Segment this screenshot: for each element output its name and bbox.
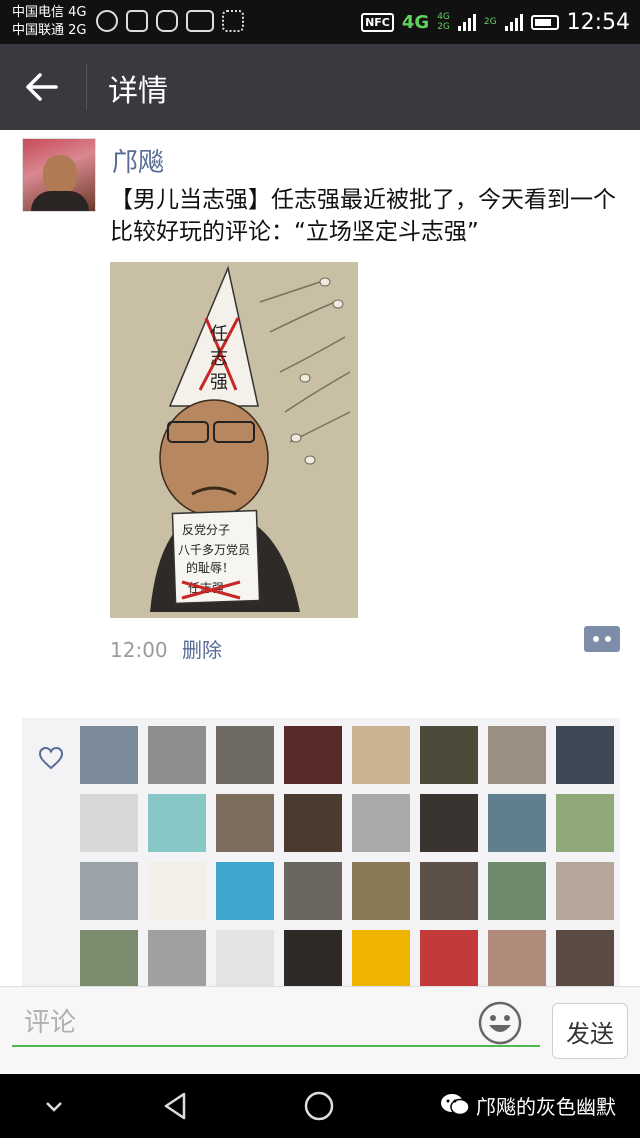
like-avatar-9[interactable] xyxy=(80,794,138,852)
like-avatar-11[interactable] xyxy=(216,794,274,852)
heart-icon xyxy=(38,746,64,770)
like-avatar-4[interactable] xyxy=(284,726,342,784)
like-avatar-31[interactable] xyxy=(488,930,546,986)
like-avatar-30[interactable] xyxy=(420,930,478,986)
like-avatar-27[interactable] xyxy=(216,930,274,986)
post-image[interactable]: 任 志 强 反党分子 八千多万党员 的耻辱！ 任志强 xyxy=(110,262,358,618)
like-avatar-22[interactable] xyxy=(420,862,478,920)
like-avatar-3[interactable] xyxy=(216,726,274,784)
like-avatar-28[interactable] xyxy=(284,930,342,986)
post-time: 12:00 xyxy=(110,638,168,662)
notification-icons xyxy=(96,10,244,32)
hat-char-3: 强 xyxy=(210,372,228,393)
signal-icon-2 xyxy=(504,13,523,31)
network-mini-1: 4G xyxy=(437,12,450,22)
like-avatar-7[interactable] xyxy=(488,726,546,784)
like-avatar-grid xyxy=(80,726,614,986)
delete-link[interactable]: 删除 xyxy=(182,638,222,662)
like-avatar-6[interactable] xyxy=(420,726,478,784)
hat-char-1: 任 xyxy=(210,324,228,345)
comment-menu-icon[interactable] xyxy=(584,626,620,652)
like-avatar-15[interactable] xyxy=(488,794,546,852)
like-avatar-17[interactable] xyxy=(80,862,138,920)
likes-panel xyxy=(22,718,620,986)
author-avatar[interactable] xyxy=(22,138,96,212)
comment-input[interactable] xyxy=(12,1001,540,1047)
like-avatar-10[interactable] xyxy=(148,794,206,852)
title-divider xyxy=(86,64,87,110)
title-bar: 详情 xyxy=(0,44,640,130)
hat-char-2: 志 xyxy=(210,348,228,369)
home-circle-icon[interactable] xyxy=(303,1090,335,1122)
back-arrow-icon[interactable] xyxy=(22,67,62,107)
wechat-icon xyxy=(441,1094,470,1116)
send-button[interactable]: 发送 xyxy=(552,1003,628,1059)
watermark-text: 邝飚的灰色幽默 xyxy=(476,1094,616,1119)
like-avatar-20[interactable] xyxy=(284,862,342,920)
like-avatar-18[interactable] xyxy=(148,862,206,920)
post-meta: 12:00 删除 xyxy=(110,634,222,663)
watermark: 邝飚的灰色幽默 xyxy=(440,1090,616,1120)
author-name[interactable]: 邝飚 xyxy=(112,142,164,179)
like-avatar-23[interactable] xyxy=(488,862,546,920)
image-notification-icon xyxy=(126,10,148,32)
like-avatar-12[interactable] xyxy=(284,794,342,852)
emoji-icon[interactable] xyxy=(478,1001,522,1045)
like-avatar-25[interactable] xyxy=(80,930,138,986)
like-avatar-24[interactable] xyxy=(556,862,614,920)
comment-bar: 发送 xyxy=(0,986,640,1074)
like-avatar-26[interactable] xyxy=(148,930,206,986)
network-type: 4G xyxy=(401,11,430,33)
like-avatar-1[interactable] xyxy=(80,726,138,784)
nfc-icon: NFC xyxy=(361,12,394,32)
like-avatar-16[interactable] xyxy=(556,794,614,852)
like-avatar-13[interactable] xyxy=(352,794,410,852)
page-title: 详情 xyxy=(108,74,168,109)
sign-line-1: 反党分子 xyxy=(182,522,230,537)
back-triangle-icon[interactable] xyxy=(160,1090,192,1122)
chevron-down-icon[interactable] xyxy=(38,1090,70,1122)
network-mini-labels: 4G 2G xyxy=(437,12,450,32)
like-avatar-8[interactable] xyxy=(556,726,614,784)
network-mini-2: 2G xyxy=(437,22,450,32)
clock: 12:54 xyxy=(566,9,630,35)
dots-notification-icon xyxy=(222,10,244,32)
status-bar: 中国电信 4G 中国联通 2G NFC 4G 4G 2G 2G 12:54 xyxy=(0,0,640,44)
carrier-1: 中国电信 4G xyxy=(12,5,87,20)
sign-line-2: 八千多万党员 xyxy=(178,542,250,557)
sign-line-3: 的耻辱！ xyxy=(186,560,234,575)
app-notification-icon xyxy=(96,10,118,32)
carrier-info: 中国电信 4G 中国联通 2G xyxy=(12,4,86,40)
like-avatar-2[interactable] xyxy=(148,726,206,784)
like-avatar-14[interactable] xyxy=(420,794,478,852)
network-mini-3: 2G xyxy=(483,17,497,27)
signal-icon-1 xyxy=(457,13,476,31)
battery-icon xyxy=(530,14,559,30)
like-avatar-21[interactable] xyxy=(352,862,410,920)
post-text: 【男儿当志强】任志强最近被批了，今天看到一个比较好玩的评论：“立场坚定斗志强” xyxy=(110,187,616,245)
like-avatar-19[interactable] xyxy=(216,862,274,920)
like-avatar-32[interactable] xyxy=(556,930,614,986)
shield-notification-icon xyxy=(156,10,178,32)
caricature-illustration: 任 志 强 反党分子 八千多万党员 的耻辱！ 任志强 xyxy=(110,262,358,618)
keyboard-notification-icon xyxy=(186,10,214,32)
like-avatar-29[interactable] xyxy=(352,930,410,986)
carrier-2: 中国联通 2G xyxy=(12,23,87,38)
like-avatar-5[interactable] xyxy=(352,726,410,784)
